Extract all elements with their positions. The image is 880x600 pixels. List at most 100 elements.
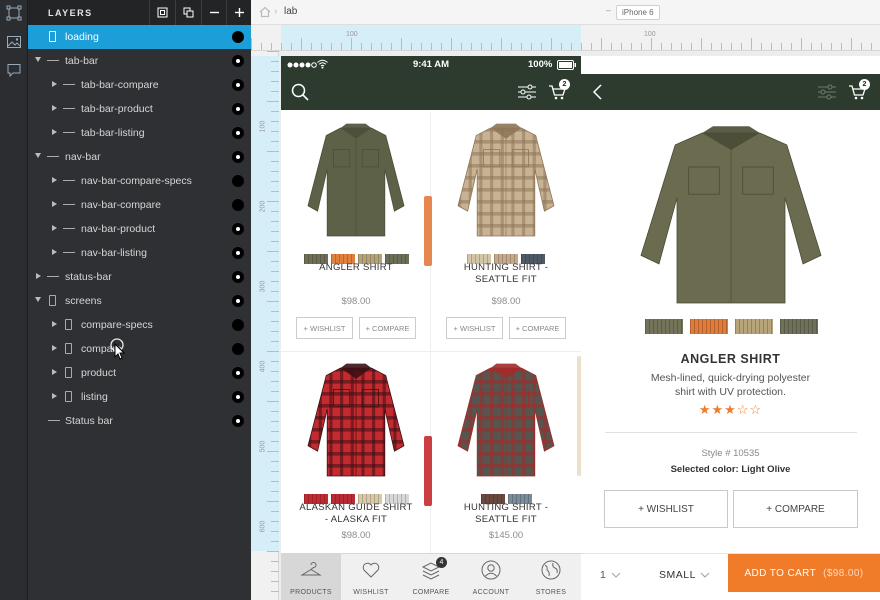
disclosure-open-icon[interactable]	[35, 153, 41, 158]
add-to-cart-button[interactable]: ADD TO CART ($98.00)	[728, 554, 880, 592]
component-icon[interactable]	[149, 0, 174, 25]
visibility-toggle-icon[interactable]	[232, 199, 244, 211]
visibility-toggle-icon[interactable]	[232, 271, 244, 283]
tab-wishlist[interactable]: WISHLIST	[341, 554, 401, 600]
layer-row[interactable]: nav-bar-product	[28, 217, 251, 241]
visibility-toggle-icon[interactable]	[232, 55, 244, 67]
home-icon[interactable]	[259, 6, 271, 18]
product-card[interactable]: ANGLER SHIRT $98.00 + WISHLIST + COMPARE	[281, 112, 431, 352]
wishlist-button[interactable]: + WISHLIST	[446, 317, 503, 339]
canvas: › lab – iPhone 6 100 100 100 200 300 400…	[251, 0, 880, 600]
visibility-toggle-icon[interactable]	[232, 367, 244, 379]
layer-row[interactable]: compare-specs	[28, 313, 251, 337]
visibility-toggle-icon[interactable]	[232, 223, 244, 235]
tab-stores[interactable]: STORES	[521, 554, 581, 600]
product-screen[interactable]: 2 ANGLER SHIRT Mesh-lined, quick-drying …	[581, 56, 880, 600]
ruler-number: 100	[644, 31, 656, 38]
ruler-tick	[851, 38, 852, 50]
layer-row[interactable]: nav-bar-listing	[28, 241, 251, 265]
color-swatch[interactable]	[780, 319, 818, 334]
layer-row[interactable]: nav-bar-compare	[28, 193, 251, 217]
disclosure-closed-icon[interactable]	[36, 273, 41, 279]
visibility-toggle-icon[interactable]	[232, 127, 244, 139]
visibility-toggle-icon[interactable]	[232, 295, 244, 307]
product-card[interactable]: HUNTING SHIRT - SEATTLE FIT $98.00 + WISHL…	[431, 112, 581, 352]
layer-row[interactable]: screens	[28, 289, 251, 313]
color-swatch[interactable]	[645, 319, 683, 334]
tab-compare[interactable]: 4 COMPARE	[401, 554, 461, 600]
disclosure-closed-icon[interactable]	[52, 249, 57, 255]
layer-row[interactable]: product	[28, 361, 251, 385]
visibility-toggle-icon[interactable]	[232, 151, 244, 163]
layer-row[interactable]: loading	[28, 25, 251, 49]
disclosure-closed-icon[interactable]	[52, 369, 57, 375]
artboard-icon[interactable]	[5, 4, 23, 22]
layer-row[interactable]: tab-bar-product	[28, 97, 251, 121]
plus-icon[interactable]	[226, 0, 251, 25]
disclosure-closed-icon[interactable]	[52, 225, 57, 231]
ruler-tick	[501, 38, 502, 50]
color-swatch[interactable]	[735, 319, 773, 334]
visibility-toggle-icon[interactable]	[232, 343, 244, 355]
group-icon[interactable]	[175, 0, 200, 25]
disclosure-closed-icon[interactable]	[52, 81, 57, 87]
layer-row[interactable]: tab-bar-listing	[28, 121, 251, 145]
size-select[interactable]: SMALL	[659, 569, 696, 581]
layer-row[interactable]: tab-bar	[28, 49, 251, 73]
compare-button[interactable]: + COMPARE	[359, 317, 416, 339]
layer-row[interactable]: compare	[28, 337, 251, 361]
search-icon[interactable]	[291, 83, 309, 101]
ruler-tick	[451, 38, 452, 50]
visibility-toggle-icon[interactable]	[232, 319, 244, 331]
ruler-tick	[271, 321, 279, 322]
disclosure-closed-icon[interactable]	[52, 129, 57, 135]
visibility-toggle-icon[interactable]	[232, 247, 244, 259]
visibility-toggle-icon[interactable]	[232, 31, 244, 43]
image-icon[interactable]	[5, 33, 23, 51]
compare-button[interactable]: + COMPARE	[733, 490, 858, 528]
layer-row[interactable]: Status bar	[28, 409, 251, 433]
visibility-toggle-icon[interactable]	[232, 79, 244, 91]
layer-row[interactable]: status-bar	[28, 265, 251, 289]
visibility-toggle-icon[interactable]	[232, 103, 244, 115]
compare-button[interactable]: + COMPARE	[509, 317, 566, 339]
disclosure-closed-icon[interactable]	[52, 105, 57, 111]
breadcrumb[interactable]: lab	[284, 6, 297, 17]
wishlist-button[interactable]: + WISHLIST	[296, 317, 353, 339]
disclosure-closed-icon[interactable]	[52, 345, 57, 351]
dash-icon: –	[606, 5, 612, 15]
ruler-tick	[741, 43, 742, 50]
wishlist-button[interactable]: + WISHLIST	[604, 490, 728, 528]
carousel-peek	[424, 196, 432, 266]
tab-account[interactable]: ACCOUNT	[461, 554, 521, 600]
product-title: ANGLER SHIRT	[680, 352, 781, 366]
tab-products[interactable]: PRODUCTS	[281, 554, 341, 600]
disclosure-closed-icon[interactable]	[52, 201, 57, 207]
back-icon[interactable]	[591, 83, 603, 101]
layer-label: loading	[65, 31, 99, 43]
disclosure-closed-icon[interactable]	[52, 177, 57, 183]
minus-icon[interactable]	[201, 0, 226, 25]
visibility-toggle-icon[interactable]	[232, 391, 244, 403]
filter-icon[interactable]	[518, 84, 536, 100]
disclosure-open-icon[interactable]	[35, 297, 41, 302]
disclosure-closed-icon[interactable]	[52, 321, 57, 327]
disclosure-open-icon[interactable]	[35, 57, 41, 62]
device-select[interactable]: iPhone 6	[616, 5, 660, 20]
visibility-toggle-icon[interactable]	[232, 415, 244, 427]
disclosure-closed-icon[interactable]	[52, 393, 57, 399]
listing-screen[interactable]: 9:41 AM 100% 2 ANGLER SHIRT $98.00 + WISHL…	[281, 56, 581, 600]
layer-row[interactable]: listing	[28, 385, 251, 409]
ruler-tick	[861, 43, 862, 50]
quantity-select[interactable]: 1	[600, 569, 606, 581]
color-swatch[interactable]	[690, 319, 728, 334]
ruler-tick	[551, 38, 552, 50]
layer-label: screens	[65, 295, 102, 307]
layer-row[interactable]: tab-bar-compare	[28, 73, 251, 97]
comment-icon[interactable]	[5, 61, 23, 79]
layer-row[interactable]: nav-bar	[28, 145, 251, 169]
layer-row[interactable]: nav-bar-compare-specs	[28, 169, 251, 193]
ruler-tick	[721, 43, 722, 50]
visibility-toggle-icon[interactable]	[232, 175, 244, 187]
filter-icon[interactable]	[818, 84, 836, 100]
